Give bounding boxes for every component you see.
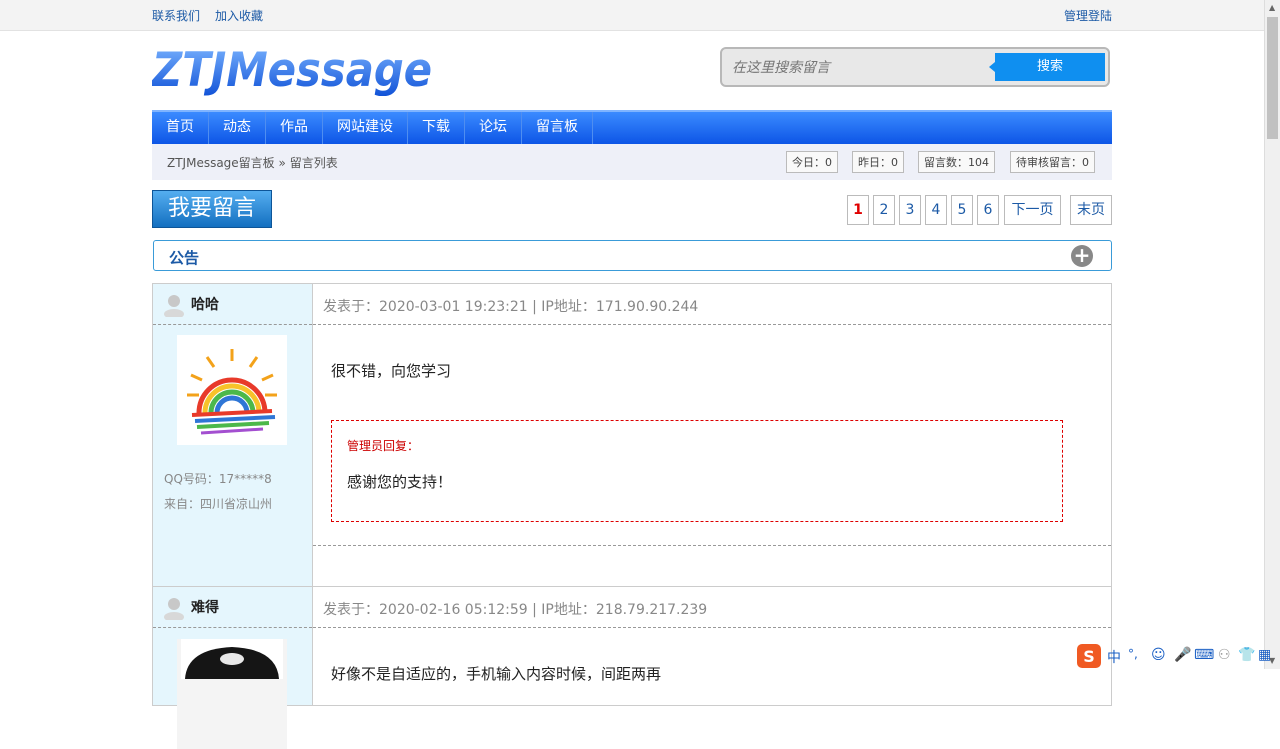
search-button[interactable]: 搜索 xyxy=(989,53,1105,81)
svg-text:S: S xyxy=(1083,647,1095,666)
notice-panel: 公告 + xyxy=(153,240,1112,271)
search-input[interactable] xyxy=(730,56,996,80)
page-6[interactable]: 6 xyxy=(977,195,999,225)
avatar xyxy=(177,639,287,749)
add-favorite-link[interactable]: 加入收藏 xyxy=(215,7,263,24)
divider xyxy=(313,627,1111,628)
author-qq: QQ号码：17*****8 xyxy=(164,472,272,486)
contact-link[interactable]: 联系我们 xyxy=(152,7,200,24)
sogou-logo-icon[interactable]: S xyxy=(1076,643,1102,669)
expand-plus-icon[interactable]: + xyxy=(1071,245,1093,267)
last-page-button[interactable]: 末页 xyxy=(1070,195,1112,225)
toolbox-grid-icon[interactable]: ▦ xyxy=(1258,647,1271,663)
microphone-icon[interactable]: 🎤 xyxy=(1174,647,1191,663)
next-page-button[interactable]: 下一页 xyxy=(1004,195,1061,225)
breadcrumb-current: 留言列表 xyxy=(289,156,338,170)
site-logo[interactable]: ZTJMessage xyxy=(150,40,442,98)
divider xyxy=(313,545,1111,546)
admin-reply-text: 感谢您的支持！ xyxy=(347,473,453,491)
keyboard-icon[interactable]: ⌨ xyxy=(1194,647,1214,663)
breadcrumb: ZTJMessage留言板 » 留言列表 xyxy=(167,154,338,171)
author-name: 哈哈 xyxy=(163,292,219,318)
message-meta: 发表于：2020-02-16 05:12:59 | IP地址：218.79.21… xyxy=(323,602,708,618)
breadcrumb-bar: ZTJMessage留言板 » 留言列表 今日：0 昨日：0 留言数：104 待… xyxy=(152,144,1112,180)
message-content: 好像不是自适应的，手机输入内容时候，间距两再 xyxy=(331,665,662,683)
divider xyxy=(313,324,1111,325)
user-account-icon[interactable]: ⚇ xyxy=(1218,647,1231,663)
rainbow-sun-avatar-icon xyxy=(187,349,277,435)
breadcrumb-separator: » xyxy=(278,156,286,170)
admin-reply: 管理员回复： 感谢您的支持！ xyxy=(331,420,1063,522)
nav-item-forum[interactable]: 论坛 xyxy=(465,112,522,144)
nav-item-home[interactable]: 首页 xyxy=(152,112,209,144)
message-item: 哈哈 QQ号码：17*****8 来自：四川省凉山州 发表于：2020-03-0… xyxy=(152,283,1112,587)
vertical-scrollbar[interactable]: ▲ ▼ xyxy=(1264,0,1280,669)
stat-pending: 待审核留言：0 xyxy=(1010,151,1095,173)
page-1[interactable]: 1 xyxy=(847,195,869,225)
ime-language-toggle[interactable]: 中 xyxy=(1107,647,1121,667)
nav-item-download[interactable]: 下载 xyxy=(408,112,465,144)
author-location: 来自：四川省凉山州 xyxy=(164,497,273,511)
message-author-panel: 哈哈 QQ号码：17*****8 来自：四川省凉山州 xyxy=(153,284,313,586)
cap-avatar-icon xyxy=(181,639,283,679)
ime-punctuation-toggle[interactable]: °, xyxy=(1128,647,1138,661)
top-bar: 联系我们 加入收藏 管理登陆 xyxy=(0,0,1264,31)
admin-login-link[interactable]: 管理登陆 xyxy=(1064,7,1112,24)
emoji-icon[interactable]: ☺ xyxy=(1151,647,1166,663)
stat-yesterday: 昨日：0 xyxy=(852,151,904,173)
admin-reply-label: 管理员回复： xyxy=(347,439,420,453)
page-4[interactable]: 4 xyxy=(925,195,947,225)
nav-item-web-building[interactable]: 网站建设 xyxy=(323,112,408,144)
avatar xyxy=(177,335,287,445)
stat-today: 今日：0 xyxy=(786,151,838,173)
user-icon xyxy=(164,598,184,620)
message-meta: 发表于：2020-03-01 19:23:21 | IP地址：171.90.90… xyxy=(323,299,699,315)
page-2[interactable]: 2 xyxy=(873,195,895,225)
stat-total: 留言数：104 xyxy=(918,151,995,173)
message-content: 很不错，向您学习 xyxy=(331,362,452,380)
page-3[interactable]: 3 xyxy=(899,195,921,225)
breadcrumb-home-link[interactable]: ZTJMessage留言板 xyxy=(167,156,275,170)
message-author-panel: 难得 xyxy=(153,587,313,749)
post-message-button[interactable]: 我要留言 xyxy=(152,190,272,228)
notice-title: 公告 xyxy=(169,249,200,267)
main-nav: 首页 动态 作品 网站建设 下载 论坛 留言板 xyxy=(152,110,1112,144)
nav-item-news[interactable]: 动态 xyxy=(209,112,266,144)
page-5[interactable]: 5 xyxy=(951,195,973,225)
nav-item-guestbook[interactable]: 留言板 xyxy=(522,112,593,144)
author-name: 难得 xyxy=(163,595,219,621)
divider xyxy=(153,627,312,628)
scroll-up-arrow-icon[interactable]: ▲ xyxy=(1269,3,1275,12)
skin-shirt-icon[interactable]: 👕 xyxy=(1238,647,1255,663)
user-icon xyxy=(164,295,184,317)
nav-item-works[interactable]: 作品 xyxy=(266,112,323,144)
svg-text:ZTJMessage: ZTJMessage xyxy=(152,43,432,96)
divider xyxy=(153,324,312,325)
message-item: 难得 发表于：2020-02-16 05:12:59 | IP地址：218.79… xyxy=(152,586,1112,749)
logo-text: ZTJMessage xyxy=(150,43,432,98)
search-box: 搜索 xyxy=(720,47,1110,87)
scrollbar-thumb[interactable] xyxy=(1267,17,1278,139)
